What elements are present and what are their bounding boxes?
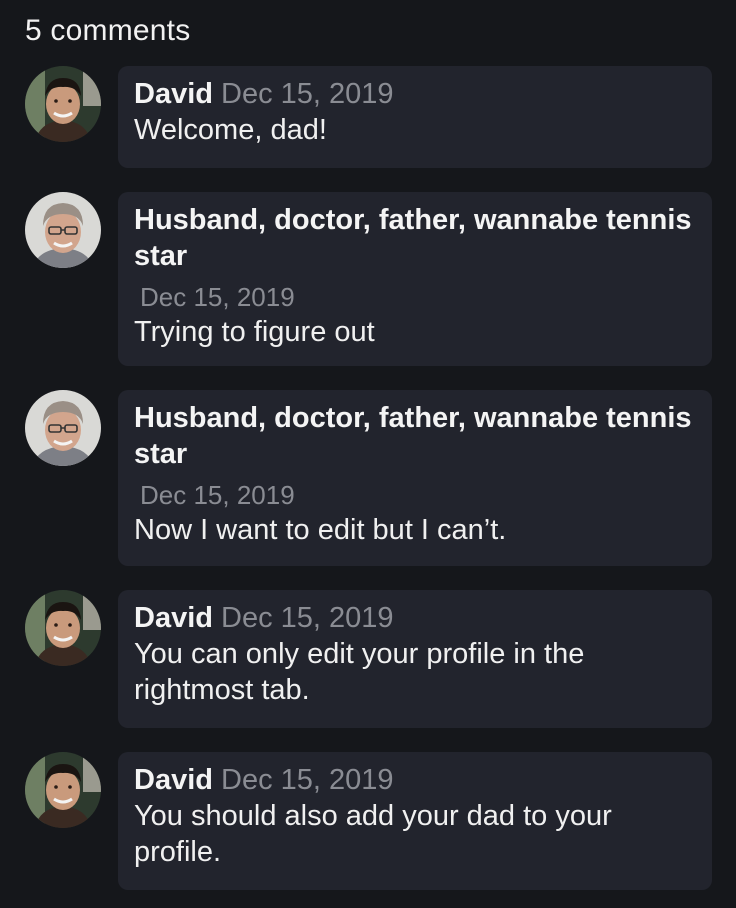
- comment-bubble: Husband, doctor, father, wannabe tennis …: [118, 192, 712, 366]
- avatar[interactable]: [25, 66, 101, 142]
- comment-text: You can only edit your profile in the ri…: [134, 638, 585, 706]
- comment-date: Dec 15, 2019: [140, 480, 295, 510]
- comment-date: Dec 15, 2019: [221, 764, 394, 796]
- comment-author[interactable]: David: [134, 78, 213, 110]
- comment-bubble: David Dec 15, 2019 Welcome, dad!: [118, 66, 712, 168]
- avatar[interactable]: [25, 390, 101, 466]
- comment-bubble: Husband, doctor, father, wannabe tennis …: [118, 390, 712, 566]
- comment-text: Welcome, dad!: [134, 114, 327, 146]
- comment-author[interactable]: David: [134, 764, 213, 796]
- avatar[interactable]: [25, 752, 101, 828]
- comment-text: You should also add your dad to your pro…: [134, 800, 612, 868]
- comment-bubble: David Dec 15, 2019 You should also add y…: [118, 752, 712, 890]
- comment-text: Now I want to edit but I can’t.: [134, 514, 507, 546]
- avatar[interactable]: [25, 590, 101, 666]
- comment-author[interactable]: Husband, doctor, father, wannabe tennis …: [134, 400, 696, 472]
- comment-date: Dec 15, 2019: [221, 602, 394, 634]
- comment-author[interactable]: David: [134, 602, 213, 634]
- comment-bubble: David Dec 15, 2019 You can only edit you…: [118, 590, 712, 728]
- comment-author[interactable]: Husband, doctor, father, wannabe tennis …: [134, 202, 696, 274]
- comment-date: Dec 15, 2019: [221, 78, 394, 110]
- comment-text: Trying to figure out: [134, 316, 375, 348]
- avatar[interactable]: [25, 192, 101, 268]
- comment-date: Dec 15, 2019: [140, 282, 295, 312]
- comments-count-header: 5 comments: [25, 14, 191, 47]
